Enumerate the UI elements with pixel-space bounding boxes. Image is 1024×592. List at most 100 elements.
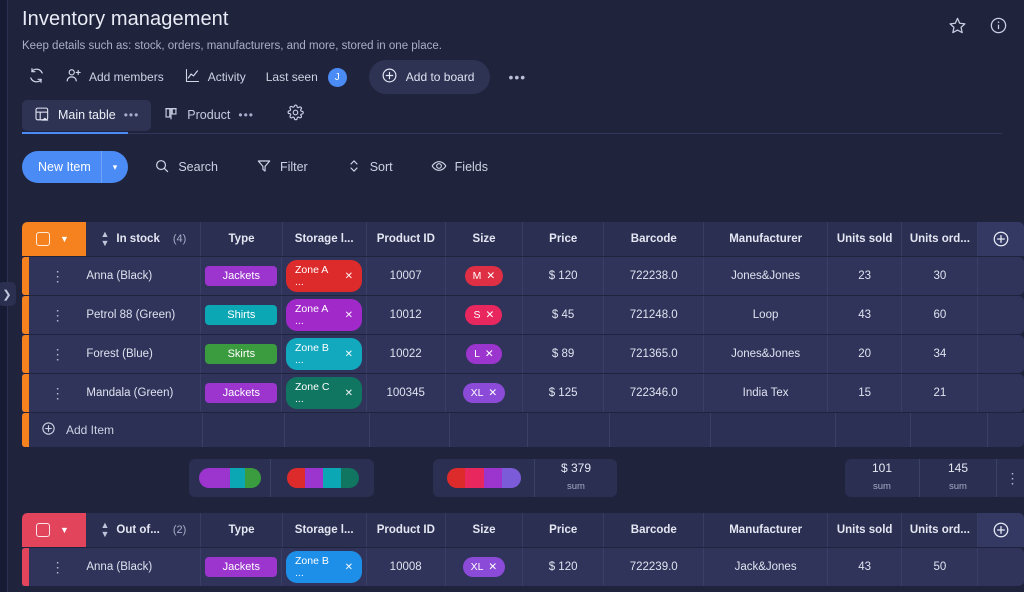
sort-button[interactable]: Sort <box>334 152 405 183</box>
cell-units-sold[interactable]: 43 <box>828 296 903 334</box>
column-header-storage[interactable]: Storage l... <box>283 513 367 547</box>
column-header-manufacturer[interactable]: Manufacturer <box>704 222 829 256</box>
cell-price[interactable]: $ 120 <box>523 548 605 586</box>
summary-storage[interactable] <box>271 459 374 497</box>
cell-manufacturer[interactable]: Jones&Jones <box>704 335 828 373</box>
summary-units-ordered[interactable]: 145 sum <box>920 459 997 497</box>
cell-units-sold[interactable]: 20 <box>828 335 903 373</box>
tab-main-table[interactable]: Main table ••• <box>22 99 152 131</box>
cell-storage[interactable]: Zone A ... ✕ <box>282 296 367 334</box>
cell-type[interactable]: Jackets <box>201 548 283 586</box>
filter-button[interactable]: Filter <box>244 152 320 183</box>
column-header-type[interactable]: Type <box>201 222 283 256</box>
remove-icon[interactable]: ✕ <box>486 270 495 282</box>
table-row[interactable]: Mandala (Green) Jackets Zone C ... ✕ 1003… <box>22 374 1024 412</box>
cell-price[interactable]: $ 125 <box>523 374 605 412</box>
column-header-price[interactable]: Price <box>523 513 605 547</box>
cell-units-ordered[interactable]: 60 <box>902 296 979 334</box>
cell-product-id[interactable]: 100345 <box>367 374 446 412</box>
cell-product-id[interactable]: 10008 <box>367 548 446 586</box>
cell-item-name[interactable]: Mandala (Green) <box>86 374 202 412</box>
add-item-button[interactable]: Add Item <box>29 413 203 447</box>
cell-barcode[interactable]: 722346.0 <box>604 374 705 412</box>
column-header-storage[interactable]: Storage l... <box>283 222 367 256</box>
cell-price[interactable]: $ 89 <box>523 335 605 373</box>
cell-type[interactable]: Jackets <box>201 374 283 412</box>
new-item-button[interactable]: New Item ▾ <box>22 151 129 183</box>
column-header-units-ordered[interactable]: Units ord... <box>902 222 979 256</box>
info-icon[interactable] <box>989 16 1008 35</box>
cell-barcode[interactable]: 721365.0 <box>604 335 705 373</box>
cell-units-sold[interactable]: 23 <box>828 257 903 295</box>
cell-type[interactable]: Skirts <box>201 335 283 373</box>
add-members-button[interactable]: Add members <box>55 61 174 93</box>
row-menu-button[interactable] <box>29 374 86 412</box>
column-header-type[interactable]: Type <box>201 513 283 547</box>
group-select-toggle[interactable]: ▼ <box>22 222 87 256</box>
cell-item-name[interactable]: Anna (Black) <box>86 548 202 586</box>
cell-type[interactable]: Shirts <box>201 296 283 334</box>
cell-size[interactable]: XL ✕ <box>446 548 524 586</box>
column-header-price[interactable]: Price <box>523 222 605 256</box>
add-item-row[interactable]: Add Item <box>22 413 1024 447</box>
summary-type[interactable] <box>189 459 271 497</box>
summary-units-sold[interactable]: 101 sum <box>845 459 920 497</box>
remove-icon[interactable]: ✕ <box>485 348 494 360</box>
cell-size[interactable]: L ✕ <box>446 335 524 373</box>
cell-barcode[interactable]: 722239.0 <box>604 548 705 586</box>
cell-manufacturer[interactable]: India Tex <box>704 374 828 412</box>
cell-barcode[interactable]: 722238.0 <box>604 257 705 295</box>
summary-more-menu[interactable] <box>997 459 1024 497</box>
cell-price[interactable]: $ 45 <box>523 296 605 334</box>
cell-storage[interactable]: Zone B ... ✕ <box>282 548 367 586</box>
activity-button[interactable]: Activity <box>174 61 256 93</box>
fields-button[interactable]: Fields <box>419 152 500 183</box>
cell-item-name[interactable]: Anna (Black) <box>86 257 202 295</box>
tab-product[interactable]: Product ••• <box>151 100 266 131</box>
column-header-size[interactable]: Size <box>446 513 524 547</box>
select-all-checkbox[interactable] <box>36 523 50 537</box>
cell-type[interactable]: Jackets <box>201 257 283 295</box>
board-more-menu-button[interactable]: ••• <box>500 65 534 89</box>
sidebar-expand-handle[interactable]: ❯ <box>0 282 16 306</box>
column-header-product-id[interactable]: Product ID <box>367 513 446 547</box>
remove-icon[interactable]: ✕ <box>345 349 353 360</box>
remove-icon[interactable]: ✕ <box>488 561 497 573</box>
activity-history-button[interactable] <box>22 61 55 93</box>
remove-icon[interactable]: ✕ <box>345 562 353 573</box>
cell-manufacturer[interactable]: Loop <box>704 296 828 334</box>
table-row[interactable]: Petrol 88 (Green) Shirts Zone A ... ✕ 100… <box>22 296 1024 334</box>
cell-product-id[interactable]: 10022 <box>367 335 446 373</box>
cell-manufacturer[interactable]: Jack&Jones <box>704 548 828 586</box>
column-header-barcode[interactable]: Barcode <box>604 513 705 547</box>
cell-size[interactable]: M ✕ <box>446 257 524 295</box>
add-to-board-button[interactable]: Add to board <box>368 60 491 94</box>
cell-item-name[interactable]: Forest (Blue) <box>86 335 202 373</box>
cell-units-sold[interactable]: 15 <box>828 374 903 412</box>
cell-units-ordered[interactable]: 50 <box>902 548 979 586</box>
row-menu-button[interactable] <box>29 257 86 295</box>
remove-icon[interactable]: ✕ <box>486 309 495 321</box>
column-header-manufacturer[interactable]: Manufacturer <box>704 513 829 547</box>
cell-manufacturer[interactable]: Jones&Jones <box>704 257 828 295</box>
gear-icon[interactable] <box>282 99 309 131</box>
table-row[interactable]: Anna (Black) Jackets Zone A ... ✕ 10007 M… <box>22 257 1024 295</box>
cell-size[interactable]: XL ✕ <box>446 374 524 412</box>
tab-product-menu[interactable]: ••• <box>238 108 254 122</box>
select-all-checkbox[interactable] <box>36 232 50 246</box>
remove-icon[interactable]: ✕ <box>345 388 353 399</box>
column-header-barcode[interactable]: Barcode <box>604 222 705 256</box>
star-icon[interactable] <box>948 16 967 35</box>
table-row[interactable]: Forest (Blue) Skirts Zone B ... ✕ 10022 L… <box>22 335 1024 373</box>
group-name-header[interactable]: ▲ ▼ Out of... (2) <box>86 513 202 547</box>
column-header-units-sold[interactable]: Units sold <box>828 513 903 547</box>
chevron-down-icon[interactable]: ▾ <box>102 162 129 173</box>
cell-product-id[interactable]: 10007 <box>367 257 446 295</box>
search-button[interactable]: Search <box>142 152 230 183</box>
add-column-button[interactable] <box>978 513 1024 547</box>
group-name-header[interactable]: ▲ ▼ In stock (4) <box>86 222 202 256</box>
cell-product-id[interactable]: 10012 <box>367 296 446 334</box>
group-select-toggle[interactable]: ▼ <box>22 513 87 547</box>
row-menu-button[interactable] <box>29 335 86 373</box>
table-row[interactable]: Anna (Black) Jackets Zone B ... ✕ 10008 X… <box>22 548 1024 586</box>
